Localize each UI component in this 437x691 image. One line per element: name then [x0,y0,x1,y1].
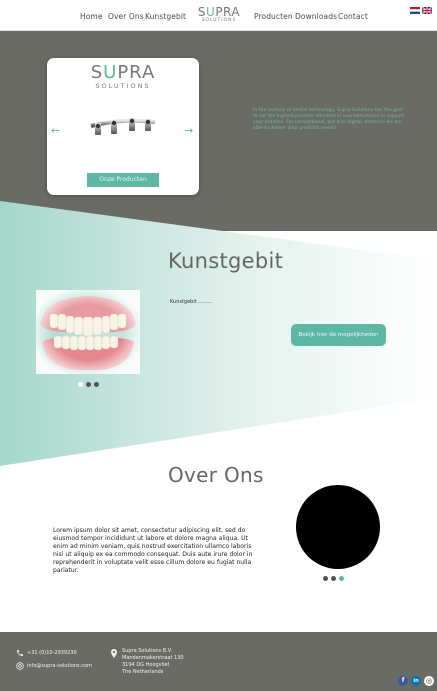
over-ons-text: Lorem ipsum dolor sit amet, consectetur … [53,527,253,574]
instagram-icon[interactable]: ◎ [424,676,434,686]
over-ons-title: Over Ons [168,463,264,487]
kunstgebit-title: Kunstgebit [168,249,284,273]
over-ons-carousel-dot-3[interactable] [339,576,344,581]
linkedin-icon[interactable]: in [411,676,421,686]
footer-email[interactable]: info@supra-solutions.com [27,663,92,669]
footer-company-name: Supra Solutions B.V. [122,648,173,654]
footer-street: Mandenmakerstraat 130 [122,655,184,661]
site-footer [0,632,437,691]
footer-city: 3194 DG Hoogvliet [122,662,170,668]
footer-phone[interactable]: +31 (0)10-2939230 [27,650,77,656]
over-ons-image-circle [296,485,380,569]
kunstgebit-carousel-dot-3[interactable] [94,382,99,387]
bekijk-mogelijkheden-button[interactable]: Bekijk hier de mogelijkheden [291,324,386,346]
kunstgebit-carousel-dot-2[interactable] [86,382,91,387]
at-icon [16,662,24,670]
facebook-icon[interactable]: f [398,676,408,686]
over-ons-carousel-dot-1[interactable] [323,576,328,581]
kunstgebit-text: Kunstgebit ......... [170,299,213,305]
over-ons-carousel-dot-2[interactable] [331,576,336,581]
location-pin-icon [111,649,117,658]
kunstgebit-carousel-dot-1[interactable] [78,382,83,387]
phone-icon [17,650,23,656]
footer-country: The Netherlands [122,669,164,675]
denture-image [36,290,140,374]
